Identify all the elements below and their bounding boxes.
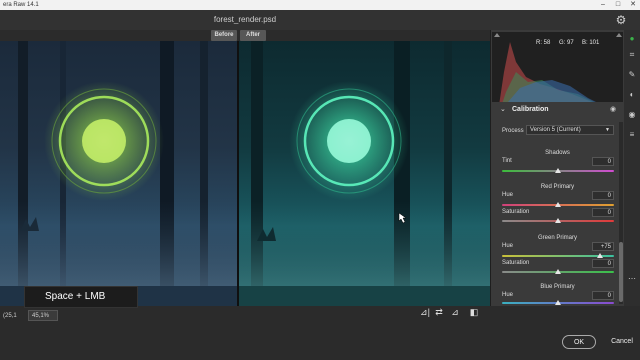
- process-label: Process: [502, 128, 524, 134]
- os-title-bar: era Raw 14.1 – □ ✕: [0, 0, 640, 10]
- tint-value[interactable]: 0: [592, 157, 614, 166]
- cancel-button[interactable]: Cancel: [608, 335, 636, 349]
- red-hue-slider-thumb[interactable]: [555, 202, 561, 207]
- swap-settings-icon[interactable]: ⇄: [432, 306, 446, 318]
- mask-icon[interactable]: ◐: [627, 90, 637, 100]
- chevron-down-icon[interactable]: ⌄: [500, 105, 506, 113]
- after-image: [239, 41, 490, 306]
- green-hue-label: Hue: [502, 243, 514, 249]
- app-title: era Raw 14.1: [3, 2, 39, 8]
- more-icon[interactable]: ⋯: [627, 274, 637, 284]
- green-hue-value[interactable]: +75: [592, 242, 614, 251]
- blue-hue-label: Hue: [502, 292, 514, 298]
- image-preview[interactable]: [0, 41, 490, 306]
- right-panel: R: 58 G: 97 B: 101 ● ⌗ ✎ ◐ ◉ ≡ ⋯ ⌄ Calib…: [490, 30, 640, 306]
- copy-settings-icon[interactable]: ⊿: [448, 306, 462, 318]
- edit-icon[interactable]: ●: [627, 34, 637, 44]
- green-saturation-slider-thumb[interactable]: [555, 269, 561, 274]
- dialog-title-bar: forest_render.psd ⚙: [0, 10, 640, 30]
- red-hue-label: Hue: [502, 192, 514, 198]
- maximize-icon[interactable]: □: [611, 0, 625, 10]
- tint-label: Tint: [502, 158, 512, 164]
- tint-slider-thumb[interactable]: [555, 168, 561, 173]
- red-saturation-value[interactable]: 0: [592, 208, 614, 217]
- document-title: forest_render.psd: [213, 15, 277, 24]
- toggle-settings-icon[interactable]: ◧: [467, 306, 481, 318]
- panel-scrollbar[interactable]: [619, 122, 623, 304]
- status-coordinates: (25,1: [3, 313, 17, 319]
- close-icon[interactable]: ✕: [626, 0, 640, 10]
- gear-icon[interactable]: ⚙: [614, 13, 628, 27]
- panel-scrollbar-thumb[interactable]: [619, 242, 623, 302]
- green-hue-slider-thumb[interactable]: [597, 253, 603, 258]
- blue-hue-value[interactable]: 0: [592, 291, 614, 300]
- calibration-section: ⌄ Calibration ◉ Process Version 5 (Curre…: [492, 102, 623, 306]
- zoom-level[interactable]: 45,1%: [28, 310, 58, 321]
- presets-icon[interactable]: ≡: [627, 130, 637, 140]
- histogram-g-readout: G: 97: [559, 40, 574, 46]
- keyboard-hint-overlay: Space + LMB: [24, 286, 138, 308]
- calibration-title: Calibration: [512, 106, 549, 113]
- red-hue-value[interactable]: 0: [592, 191, 614, 200]
- process-select[interactable]: Version 5 (Current) ▼: [526, 125, 614, 135]
- blue-hue-slider-thumb[interactable]: [555, 300, 561, 305]
- before-pane[interactable]: [0, 41, 237, 306]
- chevron-down-icon: ▼: [605, 127, 610, 133]
- redeye-icon[interactable]: ◉: [627, 110, 637, 120]
- before-after-view-icon[interactable]: ⊿|: [418, 306, 432, 318]
- calibration-header[interactable]: ⌄ Calibration ◉: [492, 104, 623, 118]
- shadows-title: Shadows: [545, 150, 570, 156]
- before-image: [0, 41, 237, 306]
- red-primary-title: Red Primary: [540, 184, 575, 190]
- red-saturation-label: Saturation: [502, 209, 530, 215]
- after-pane[interactable]: [239, 41, 490, 306]
- histogram-b-readout: B: 101: [582, 40, 600, 46]
- after-label: After: [240, 30, 266, 41]
- green-primary-title: Green Primary: [537, 235, 577, 241]
- tool-strip: ● ⌗ ✎ ◐ ◉ ≡ ⋯: [624, 30, 640, 306]
- process-value: Version 5 (Current): [530, 127, 581, 133]
- histogram-r-readout: R: 58: [536, 40, 551, 46]
- visibility-icon[interactable]: ◉: [610, 105, 616, 113]
- before-label: Before: [211, 30, 237, 41]
- crop-icon[interactable]: ⌗: [627, 50, 637, 60]
- ok-button[interactable]: OK: [562, 335, 596, 349]
- footer-bar: (25,1 45,1%: [0, 306, 640, 360]
- green-saturation-value[interactable]: 0: [592, 259, 614, 268]
- minimize-icon[interactable]: –: [596, 0, 610, 10]
- heal-icon[interactable]: ✎: [627, 70, 637, 80]
- blue-primary-title: Blue Primary: [540, 284, 575, 290]
- green-saturation-label: Saturation: [502, 260, 530, 266]
- red-saturation-slider-thumb[interactable]: [555, 218, 561, 223]
